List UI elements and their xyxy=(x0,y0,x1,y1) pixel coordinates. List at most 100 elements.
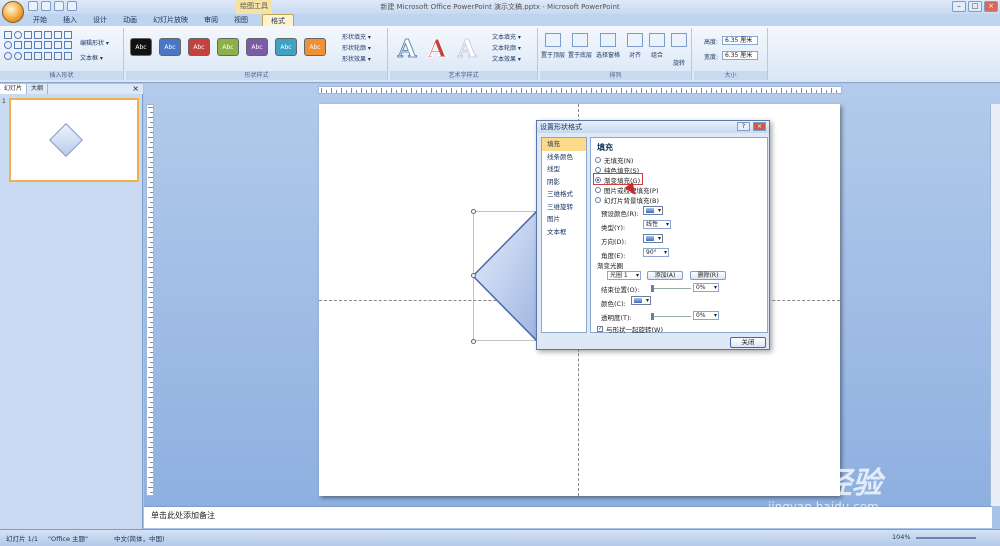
radio-icon[interactable] xyxy=(595,156,601,163)
width-input[interactable]: 6.35 厘米 xyxy=(722,51,758,60)
gradient-stop-dropdown[interactable]: 光圈 1 xyxy=(607,271,641,280)
nav-3d-rotation[interactable]: 三维旋转 xyxy=(542,201,586,214)
customize-qat-icon[interactable] xyxy=(67,1,77,11)
group-icon[interactable] xyxy=(649,33,665,47)
textbox-button[interactable]: 文本框 ▾ xyxy=(80,53,103,62)
shape-style-red[interactable]: Abc xyxy=(188,38,210,56)
curve-shape-icon[interactable] xyxy=(24,51,32,60)
rotate-label[interactable]: 旋转 xyxy=(673,58,685,67)
brace-shape-icon[interactable] xyxy=(54,51,62,60)
tab-outline[interactable]: 大纲 xyxy=(27,84,49,94)
preset-colors-picker[interactable] xyxy=(643,206,663,215)
triangle-shape-icon[interactable] xyxy=(24,41,32,50)
connector-shape-icon[interactable] xyxy=(44,41,52,50)
brace-shape-icon[interactable] xyxy=(64,51,72,60)
dialog-help-button[interactable]: ? xyxy=(737,122,750,131)
tab-design[interactable]: 设计 xyxy=(85,14,115,26)
shapes-gallery[interactable] xyxy=(4,31,72,61)
group-label[interactable]: 组合 xyxy=(651,50,663,59)
bring-front-label[interactable]: 置于顶层 xyxy=(541,50,565,59)
height-input[interactable]: 6.35 厘米 xyxy=(722,36,758,45)
shape-style-orange[interactable]: Abc xyxy=(304,38,326,56)
direction-picker[interactable] xyxy=(643,234,663,243)
stop-position-input[interactable]: 0% xyxy=(693,283,719,292)
dialog-close-button[interactable]: 关闭 xyxy=(730,337,766,348)
tab-format[interactable]: 格式 xyxy=(262,14,294,26)
language-status[interactable]: 中文(简体，中国) xyxy=(114,533,165,543)
text-effects-button[interactable]: 文本效果 ▾ xyxy=(492,54,521,63)
wordart-style-red[interactable]: A xyxy=(424,35,450,62)
tab-slideshow[interactable]: 幻灯片放映 xyxy=(145,14,196,26)
rect-shape-icon[interactable] xyxy=(4,31,12,39)
nav-3d-format[interactable]: 三维格式 xyxy=(542,188,586,201)
tab-home[interactable]: 开始 xyxy=(25,14,55,26)
align-icon[interactable] xyxy=(627,33,643,47)
radio-icon[interactable] xyxy=(595,196,601,203)
tab-animations[interactable]: 动画 xyxy=(115,14,145,26)
shape-style-black[interactable]: Abc xyxy=(130,38,152,56)
vertical-scrollbar[interactable] xyxy=(990,104,1000,506)
tab-view[interactable]: 视图 xyxy=(226,14,256,26)
shape-style-blue[interactable]: Abc xyxy=(159,38,181,56)
maximize-button[interactable]: □ xyxy=(968,1,982,12)
nav-line-style[interactable]: 线型 xyxy=(542,163,586,176)
shape-style-purple[interactable]: Abc xyxy=(246,38,268,56)
radio-no-fill[interactable]: 无填充(N) xyxy=(595,155,633,165)
nav-textbox[interactable]: 文本框 xyxy=(542,226,586,239)
undo-icon[interactable] xyxy=(41,1,51,11)
line-shape-icon[interactable] xyxy=(34,31,42,39)
arrow-shape-icon[interactable] xyxy=(54,31,62,39)
radio-background-fill[interactable]: 幻灯片背景填充(B) xyxy=(595,195,659,205)
send-back-label[interactable]: 置于底层 xyxy=(568,50,592,59)
panel-close-icon[interactable]: × xyxy=(132,84,139,94)
diamond-shape[interactable] xyxy=(473,211,537,341)
edit-shape-button[interactable]: 编辑形状 ▾ xyxy=(80,38,109,47)
nav-line-color[interactable]: 线条颜色 xyxy=(542,151,586,164)
add-stop-button[interactable]: 添加(A) xyxy=(647,271,683,280)
rect-shape-icon[interactable] xyxy=(64,31,72,39)
shape-style-green[interactable]: Abc xyxy=(217,38,239,56)
transparency-input[interactable]: 0% xyxy=(693,311,719,320)
curve-shape-icon[interactable] xyxy=(44,51,52,60)
office-button[interactable] xyxy=(2,1,24,23)
nav-fill[interactable]: 填充 xyxy=(542,138,586,151)
tab-review[interactable]: 审阅 xyxy=(196,14,226,26)
radio-icon[interactable] xyxy=(595,186,601,193)
stop-position-slider[interactable] xyxy=(651,285,691,292)
nav-shadow[interactable]: 阴影 xyxy=(542,176,586,189)
line-shape-icon[interactable] xyxy=(44,31,52,39)
shape-effects-button[interactable]: 形状效果 ▾ xyxy=(342,54,371,63)
selection-pane-icon[interactable] xyxy=(600,33,616,47)
nav-picture[interactable]: 图片 xyxy=(542,213,586,226)
wordart-style-outline[interactable]: A xyxy=(394,35,420,62)
rect-shape-icon[interactable] xyxy=(24,31,32,39)
rect-shape-icon[interactable] xyxy=(64,41,72,50)
text-fill-button[interactable]: 文本填充 ▾ xyxy=(492,32,521,41)
bring-front-icon[interactable] xyxy=(545,33,561,47)
shape-outline-button[interactable]: 形状轮廓 ▾ xyxy=(342,43,371,52)
save-icon[interactable] xyxy=(28,1,38,11)
dialog-close-icon[interactable]: × xyxy=(753,122,766,131)
connector-shape-icon[interactable] xyxy=(34,41,42,50)
tab-slides[interactable]: 幻灯片 xyxy=(0,84,28,94)
minimize-button[interactable]: – xyxy=(952,1,966,12)
wordart-style-white[interactable]: A xyxy=(454,35,480,62)
selection-pane-label[interactable]: 选择窗格 xyxy=(596,50,620,59)
oval-shape-icon[interactable] xyxy=(14,31,22,39)
stop-color-picker[interactable] xyxy=(631,296,651,305)
radio-icon[interactable] xyxy=(595,166,601,173)
shape-style-aqua[interactable]: Abc xyxy=(275,38,297,56)
shape-fill-button[interactable]: 形状填充 ▾ xyxy=(342,32,371,41)
angle-input[interactable]: 90° xyxy=(643,248,669,257)
oval-shape-icon[interactable] xyxy=(14,51,22,60)
close-window-button[interactable]: × xyxy=(984,1,998,12)
tab-insert[interactable]: 插入 xyxy=(55,14,85,26)
resize-handle[interactable] xyxy=(471,273,476,278)
checkbox-checked-icon[interactable]: ✓ xyxy=(597,325,603,332)
oval-shape-icon[interactable] xyxy=(4,41,12,50)
brace-shape-icon[interactable] xyxy=(54,41,62,50)
align-label[interactable]: 对齐 xyxy=(629,50,641,59)
rotate-with-shape-checkbox[interactable]: ✓ 与形状一起旋转(W) xyxy=(597,324,663,334)
text-outline-button[interactable]: 文本轮廓 ▾ xyxy=(492,43,521,52)
transparency-slider[interactable] xyxy=(651,313,691,320)
